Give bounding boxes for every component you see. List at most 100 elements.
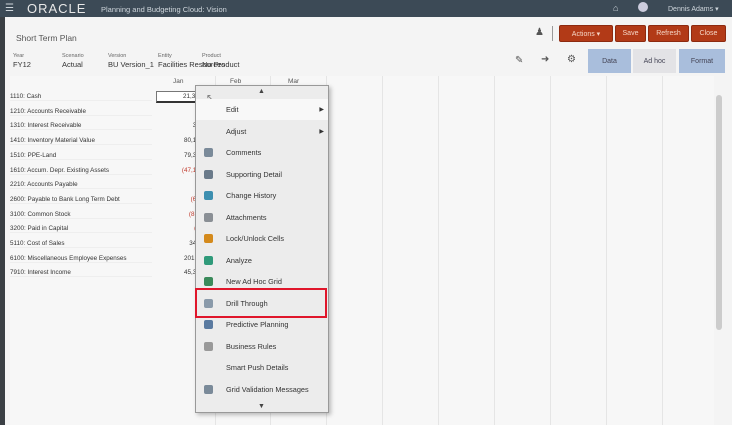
menu-item-label: Predictive Planning <box>226 320 289 329</box>
row-label: 1410: Inventory Material Value <box>10 137 152 146</box>
row-label: 1610: Accum. Depr. Existing Assets <box>10 167 152 175</box>
menu-item-lock-unlock-cells[interactable]: Lock/Unlock Cells <box>196 228 328 249</box>
help-icon[interactable] <box>638 2 648 12</box>
arrow-right-icon[interactable]: ➜ <box>541 54 549 65</box>
row-label: 1210: Accounts Receivable <box>10 108 152 116</box>
table-row: 1510: PPE-Land79,343,57 <box>10 149 714 163</box>
pov-label: Year <box>13 53 25 59</box>
context-menu: ▲ ↖ ▼ Edit▶Adjust▶CommentsSupporting Det… <box>195 85 329 413</box>
menu-item-smart-push-details[interactable]: Smart Push Details <box>196 357 328 378</box>
menu-icon[interactable]: ☰ <box>5 3 14 14</box>
tab-adhoc[interactable]: Ad hoc <box>633 49 676 73</box>
save-button[interactable]: Save <box>615 25 646 42</box>
pencil-icon[interactable]: ✎ <box>515 55 523 66</box>
menu-item-label: Business Rules <box>226 341 277 351</box>
table-row: 2210: Accounts Payable(56 <box>10 178 714 192</box>
tab-format[interactable]: Format <box>679 49 725 73</box>
table-row: 3200: Paid in Capital(260,0 <box>10 222 714 236</box>
menu-item-attachments[interactable]: Attachments <box>196 207 328 228</box>
analyze-icon <box>204 255 213 265</box>
tab-data[interactable]: Data <box>588 49 631 73</box>
form-title: Short Term Plan <box>16 33 77 43</box>
table-row: 2600: Payable to Bank Long Term Debt(67,… <box>10 193 714 207</box>
menu-item-label: Attachments <box>226 212 267 222</box>
table-row: 7910: Interest Income45,321,65 <box>10 266 714 280</box>
refresh-button[interactable]: Refresh <box>648 25 689 42</box>
table-row: 3100: Common Stock(8,019,0 <box>10 208 714 222</box>
divider <box>552 26 553 41</box>
oracle-logo: ORACLE <box>27 1 87 16</box>
pov-version[interactable]: Version BU Version_1 <box>108 53 154 69</box>
menu-item-label: Analyze <box>226 255 252 265</box>
submenu-arrow-icon: ▶ <box>319 128 324 135</box>
column-header-jan: Jan <box>173 78 184 85</box>
drill-through-highlight <box>195 288 327 318</box>
pov-product[interactable]: Product No Product <box>202 53 240 69</box>
row-label: 6100: Miscellaneous Employee Expenses <box>10 255 152 263</box>
app-title: Planning and Budgeting Cloud: Vision <box>101 5 227 14</box>
table-row: 1110: Cash21,386,65 <box>10 90 714 104</box>
row-label: 5110: Cost of Sales <box>10 240 152 248</box>
pov-value[interactable]: BU Version_1 <box>108 60 154 69</box>
home-icon[interactable]: ⌂ <box>613 3 618 13</box>
change-history-icon <box>204 191 213 200</box>
grid-validation-messages-icon <box>204 384 213 394</box>
pov-value[interactable]: Actual <box>62 60 84 69</box>
menu-item-grid-validation-messages[interactable]: Grid Validation Messages <box>196 379 328 400</box>
pov-label: Product <box>202 53 221 59</box>
menu-item-label: Edit <box>226 105 239 114</box>
menu-item-change-history[interactable]: Change History <box>196 185 328 206</box>
pov-year[interactable]: Year FY12 <box>13 53 31 69</box>
menu-item-label: Adjust <box>226 126 247 136</box>
actions-button[interactable]: Actions ▾ <box>559 25 613 42</box>
menu-item-label: Grid Validation Messages <box>226 384 309 394</box>
menu-item-label: New Ad Hoc Grid <box>226 277 282 286</box>
menu-item-adjust[interactable]: Adjust ▶ <box>196 121 328 142</box>
pov-scenario[interactable]: Scenario Actual <box>62 53 84 69</box>
new-ad-hoc-grid-icon <box>204 277 213 286</box>
row-label: 1510: PPE-Land <box>10 152 152 160</box>
menu-item-label: Change History <box>226 191 277 200</box>
left-edge <box>0 17 5 425</box>
top-bar: ☰ ORACLE Planning and Budgeting Cloud: V… <box>0 0 732 17</box>
column-header-feb: Feb <box>230 78 242 85</box>
menu-item-supporting-detail[interactable]: Supporting Detail <box>196 164 328 185</box>
menu-item-label: Supporting Detail <box>226 169 282 179</box>
table-row: 1310: Interest Receivable320,48 <box>10 119 714 133</box>
vertical-scrollbar[interactable] <box>716 95 722 330</box>
attachments-icon <box>204 212 213 222</box>
supporting-detail-icon <box>204 169 213 179</box>
close-button[interactable]: Close <box>691 25 726 42</box>
table-row: 1210: Accounts Receivable(16 <box>10 105 714 119</box>
column-header-mar: Mar <box>288 78 300 85</box>
menu-item-business-rules[interactable]: Business Rules <box>196 336 328 357</box>
lock-unlock-cells-icon <box>204 234 213 243</box>
gear-icon[interactable]: ⚙ <box>567 54 576 65</box>
table-row: 1410: Inventory Material Value80,162,62 <box>10 134 714 148</box>
menu-item-label: Comments <box>226 148 262 157</box>
row-label: 1110: Cash <box>10 93 152 101</box>
business-rules-icon <box>204 341 213 351</box>
menu-item-label: Smart Push Details <box>226 363 289 372</box>
menu-item-analyze[interactable]: Analyze <box>196 250 328 271</box>
menu-item-edit[interactable]: Edit ▶ <box>196 99 328 120</box>
user-menu[interactable]: Dennis Adams ▾ <box>668 5 719 13</box>
submenu-arrow-icon: ▶ <box>319 107 324 113</box>
data-grid: Jan Feb Mar 1110: Cash21,386,651210: Acc… <box>10 76 714 425</box>
pov-value[interactable]: No Product <box>202 60 240 69</box>
scroll-up-icon[interactable]: ▲ <box>258 88 265 95</box>
row-label: 7910: Interest Income <box>10 269 152 278</box>
users-icon[interactable]: ♟ <box>535 27 544 38</box>
comments-icon <box>204 148 213 157</box>
predictive-planning-icon <box>204 320 213 329</box>
row-label: 2600: Payable to Bank Long Term Debt <box>10 196 152 204</box>
menu-item-label: Lock/Unlock Cells <box>226 234 284 243</box>
row-label: 1310: Interest Receivable <box>10 122 152 131</box>
menu-item-comments[interactable]: Comments <box>196 142 328 163</box>
pov-value[interactable]: FY12 <box>13 60 31 69</box>
row-label: 3100: Common Stock <box>10 211 152 219</box>
table-row: 1610: Accum. Depr. Existing Assets(47,16… <box>10 164 714 178</box>
pov-label: Scenario <box>62 53 84 59</box>
table-row: 5110: Cost of Sales345,444 <box>10 237 714 251</box>
scroll-down-icon[interactable]: ▼ <box>258 403 265 410</box>
